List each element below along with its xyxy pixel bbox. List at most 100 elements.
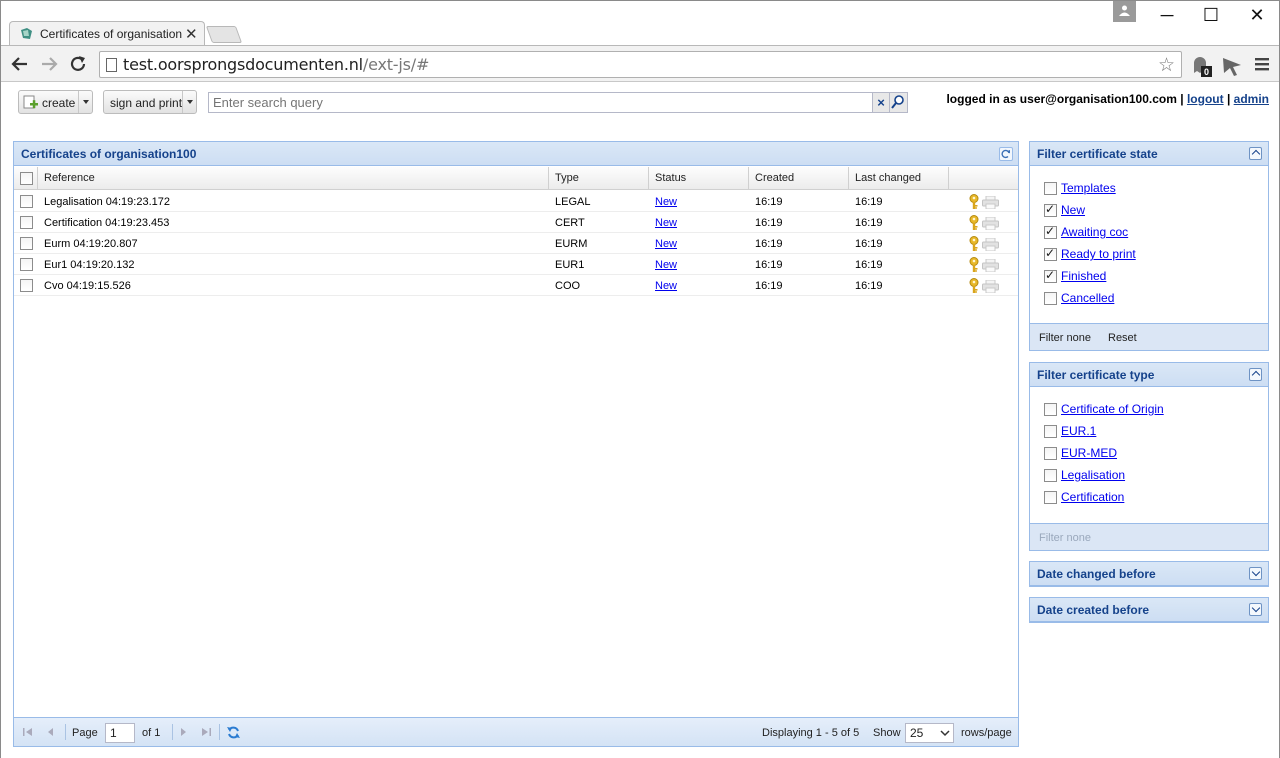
address-bar[interactable]: test.oorsprongsdocumenten.nl/ext-js/# ☆ [99,51,1182,78]
admin-link[interactable]: admin [1234,92,1269,106]
filter-checkbox[interactable] [1044,447,1057,460]
filter-checkbox[interactable] [1044,246,1057,261]
create-dropdown-arrow[interactable] [78,91,92,113]
row-checkbox[interactable] [20,195,33,208]
row-checkbox[interactable] [20,279,33,292]
search-field[interactable] [208,92,873,113]
filter-checkbox[interactable] [1044,292,1057,305]
minimize-button[interactable]: ─ [1144,5,1190,27]
expand-down-icon[interactable] [1249,567,1262,580]
search-clear-icon[interactable]: × [873,92,890,113]
row-checkbox[interactable] [20,237,33,250]
row-checkbox[interactable] [20,216,33,229]
new-tab-button[interactable] [205,26,243,43]
table-row[interactable]: Legalisation 04:19:23.172 LEGAL New 16:19 16… [14,191,1018,212]
key-icon[interactable] [968,194,980,210]
profile-button[interactable] [1113,1,1136,22]
search-input[interactable] [209,93,872,112]
filter-option-label[interactable]: Awaiting coc [1061,225,1128,239]
filter-checkbox[interactable] [1044,403,1057,416]
printer-icon[interactable] [982,217,999,230]
table-row[interactable]: Certification 04:19:23.453 CERT New 16:19 16… [14,212,1018,233]
bookmark-star-icon[interactable]: ☆ [1158,54,1175,77]
page-number-input[interactable]: 1 [105,723,135,743]
cursor-extension-icon[interactable] [1221,56,1243,76]
reload-icon[interactable] [67,53,89,75]
url-text: test.oorsprongsdocumenten.nl/ext-js/# [123,55,430,74]
printer-icon[interactable] [982,259,999,272]
sign-and-print-dropdown-arrow[interactable] [182,91,196,113]
filter-option-label[interactable]: Certificate of Origin [1061,402,1164,416]
key-icon[interactable] [968,215,980,231]
first-page-icon[interactable] [22,726,34,738]
search-icon[interactable] [890,92,908,113]
logout-link[interactable]: logout [1187,92,1224,106]
key-icon[interactable] [968,278,980,294]
row-checkbox[interactable] [20,258,33,271]
printer-icon[interactable] [982,196,999,209]
filter-checkbox[interactable] [1044,425,1057,438]
cell-created: 16:19 [755,196,783,208]
ghostery-extension-icon[interactable]: 0 [1190,55,1212,77]
filter-checkbox[interactable] [1044,469,1057,482]
key-icon[interactable] [968,257,980,273]
filter-checkbox[interactable] [1044,182,1057,195]
table-row[interactable]: Cvo 04:19:15.526 COO New 16:19 16:19 [14,275,1018,296]
filter-option-label[interactable]: EUR.1 [1061,424,1096,438]
printer-icon[interactable] [982,238,999,251]
collapse-up-icon[interactable] [1249,368,1262,381]
column-header-reference[interactable]: Reference [38,167,549,189]
expand-down-icon[interactable] [1249,603,1262,616]
date-created-panel[interactable]: Date created before [1029,597,1269,623]
status-link[interactable]: New [655,238,677,250]
filter-checkbox[interactable] [1044,491,1057,504]
prev-page-icon[interactable] [45,726,57,738]
status-link[interactable]: New [655,280,677,292]
select-all-checkbox[interactable] [20,172,33,185]
filter-option-label[interactable]: Finished [1061,269,1106,283]
refresh-tool-icon[interactable] [999,147,1013,161]
tab-close-icon[interactable]: ✕ [185,25,198,43]
menu-icon[interactable] [1255,57,1269,71]
filter-option-label[interactable]: Cancelled [1061,291,1114,305]
date-changed-panel[interactable]: Date changed before [1029,561,1269,587]
filter-option-label[interactable]: Legalisation [1061,468,1125,482]
select-all-cell[interactable] [14,167,38,189]
reset-button[interactable]: Reset [1108,332,1137,344]
filter-checkbox[interactable] [1044,224,1057,239]
date-created-title[interactable]: Date created before [1030,598,1268,622]
date-changed-title[interactable]: Date changed before [1030,562,1268,586]
printer-icon[interactable] [982,280,999,293]
filter-option-label[interactable]: EUR-MED [1061,446,1117,460]
close-window-button[interactable]: ✕ [1234,5,1280,27]
back-icon[interactable] [9,53,31,75]
forward-icon[interactable] [38,53,60,75]
filter-option-label[interactable]: Ready to print [1061,247,1136,261]
key-icon[interactable] [968,236,980,252]
status-link[interactable]: New [655,259,677,271]
create-button[interactable]: create [18,90,93,114]
table-row[interactable]: Eur1 04:19:20.132 EUR1 New 16:19 16:19 [14,254,1018,275]
rows-per-page-select[interactable]: 25 [905,723,954,743]
filter-none-button[interactable]: Filter none [1039,332,1091,344]
table-row[interactable]: Eurm 04:19:20.807 EURM New 16:19 16:19 [14,233,1018,254]
cell-reference: Eurm 04:19:20.807 [44,238,138,250]
browser-tab[interactable]: Certificates of organisation ✕ [9,21,205,46]
collapse-up-icon[interactable] [1249,147,1262,160]
filter-checkbox[interactable] [1044,202,1057,217]
column-header-status[interactable]: Status [649,167,749,189]
filter-checkbox[interactable] [1044,268,1057,283]
maximize-button[interactable]: ☐ [1188,5,1234,27]
status-link[interactable]: New [655,196,677,208]
last-page-icon[interactable] [200,726,212,738]
filter-option-label[interactable]: Templates [1061,181,1116,195]
refresh-icon[interactable] [226,725,241,740]
filter-option-label[interactable]: New [1061,203,1085,217]
next-page-icon[interactable] [177,726,189,738]
filter-option-label[interactable]: Certification [1061,490,1124,504]
sign-and-print-button[interactable]: sign and print [103,90,197,114]
column-header-last-changed[interactable]: Last changed [849,167,949,189]
status-link[interactable]: New [655,217,677,229]
column-header-type[interactable]: Type [549,167,649,189]
column-header-created[interactable]: Created [749,167,849,189]
